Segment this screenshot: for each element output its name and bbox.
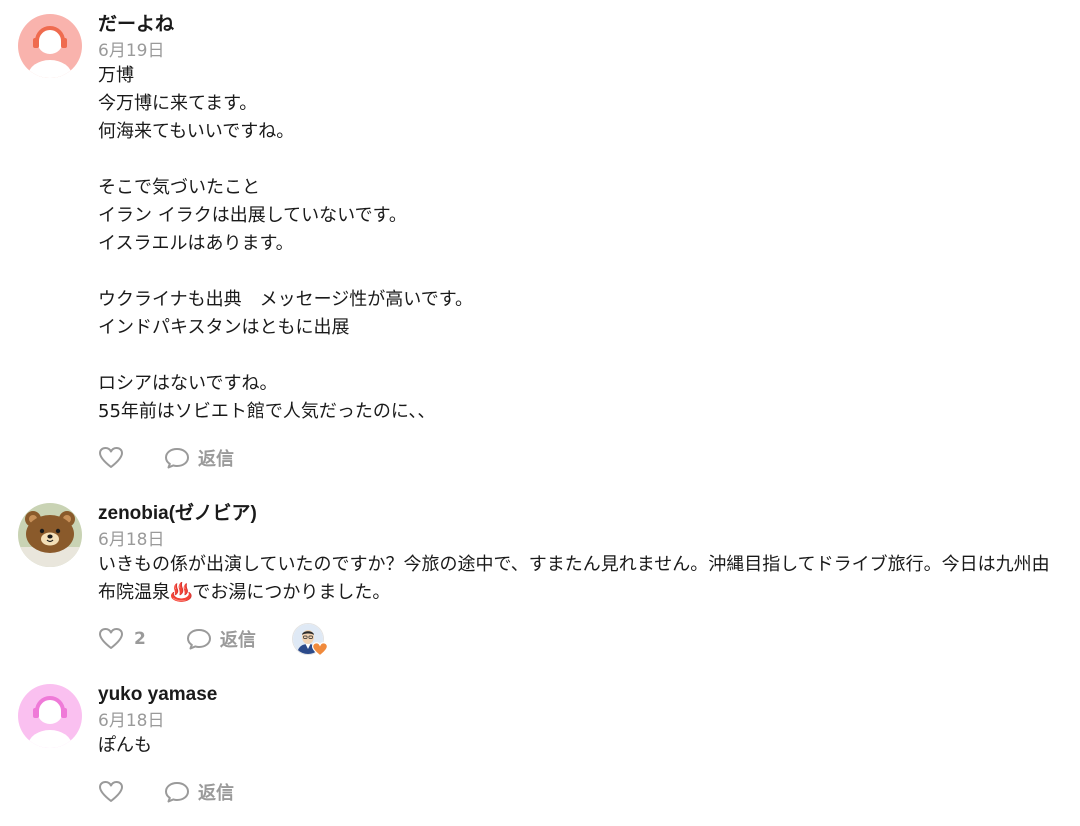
like-button[interactable] [98,780,124,804]
reply-label: 返信 [198,783,234,804]
comment-date: 6月19日 [98,41,165,61]
avatar[interactable] [18,684,82,748]
comment-text: 万博 今万博に来てます。 何海来てもいいですね。 そこで気づいたこと イラン イ… [98,65,473,422]
comment-body: zenobia(ゼノビア) 6月18日 いきもの係が出演していたのですか？今旅の… [98,503,1063,607]
reply-button[interactable]: 返信 [164,779,234,805]
comment-actions: 2 返信 [98,623,328,657]
like-button[interactable] [98,446,124,470]
comment-date: 6月18日 [98,530,165,550]
author-name[interactable]: yuko yamase [98,684,1063,706]
comment-body: yuko yamase 6月18日 ぽんも [98,684,1063,760]
author-name[interactable]: だーよね [98,14,1063,36]
comment-text: いきもの係が出演していたのですか？今旅の途中で、すまたん見れません。沖縄目指して… [98,554,1050,603]
avatar[interactable] [18,14,82,78]
comment-body: だーよね 6月19日 万博 今万博に来てます。 何海来てもいいですね。 そこで気… [98,14,1063,426]
default-avatar-pink-icon [18,684,82,748]
bear-avatar-icon [18,503,82,567]
heart-icon [99,447,123,468]
comment-actions: 返信 [98,444,234,472]
liker-avatar[interactable] [291,623,328,657]
avatar[interactable] [18,503,82,567]
comment-date: 6月18日 [98,711,165,731]
reply-button[interactable]: 返信 [164,445,234,471]
like-button[interactable]: 2 [98,627,146,651]
heart-icon [99,628,123,649]
default-avatar-orange-icon [18,14,82,78]
like-count: 2 [134,629,146,649]
comment-actions: 返信 [98,778,234,806]
author-name[interactable]: zenobia(ゼノビア) [98,503,1063,525]
reply-label: 返信 [198,449,234,470]
reply-label: 返信 [219,630,256,651]
speech-bubble-icon [165,448,189,469]
heart-badge-icon [311,642,328,657]
heart-icon [99,781,123,802]
reply-button[interactable]: 返信 [186,626,256,652]
comment-text: ぽんも [98,735,152,756]
speech-bubble-icon [165,782,189,803]
speech-bubble-icon [186,629,211,650]
